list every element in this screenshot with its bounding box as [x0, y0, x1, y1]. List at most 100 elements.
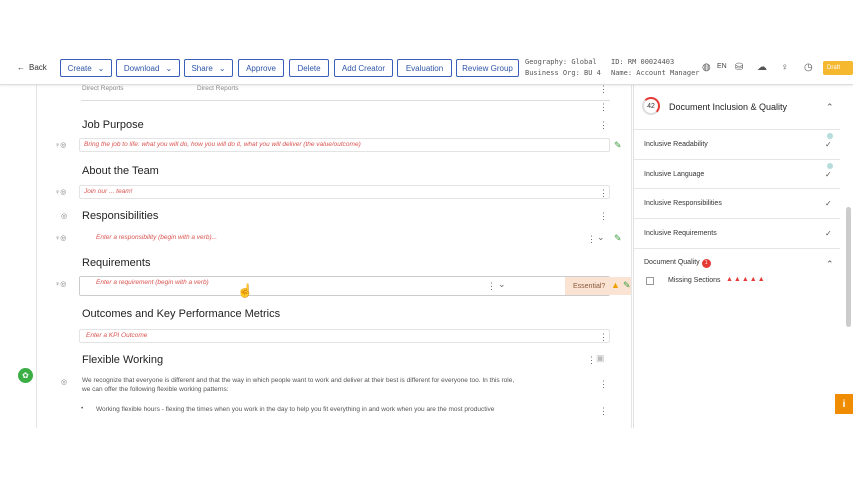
status-badge: Draft	[823, 61, 853, 75]
back-button[interactable]: ← Back	[17, 63, 47, 72]
row-label: Inclusive Language	[644, 171, 705, 178]
flexible-text-line2: we can offer the following flexible work…	[82, 386, 229, 393]
about-team-title: About the Team	[82, 165, 159, 177]
job-purpose-title: Job Purpose	[82, 119, 144, 131]
scrollbar[interactable]	[846, 207, 851, 327]
arrow-left-icon: ←	[17, 63, 25, 72]
create-button[interactable]: Create ⌄	[60, 59, 112, 77]
more-options-icon[interactable]: ⋮	[487, 282, 496, 291]
more-options-icon[interactable]: ⋮	[599, 333, 608, 342]
flexible-text: We recognize that everyone is different …	[82, 376, 592, 394]
cloud-upload-icon[interactable]: ☁	[757, 62, 767, 73]
magic-wand-icon[interactable]: ✎	[623, 280, 631, 291]
document-quality-row[interactable]: Document Quality 1 ⌃ Missing Sections ▲▲▲…	[634, 248, 840, 308]
job-purpose-input[interactable]: Bring the job to life: what you will do,…	[79, 138, 610, 152]
chevron-down-icon: ⌄	[97, 63, 105, 73]
inclusive-readability-row[interactable]: Inclusive Readability ✓	[634, 129, 840, 159]
missing-sections-checkbox[interactable]	[646, 277, 654, 285]
inclusive-requirements-row[interactable]: Inclusive Requirements ✓	[634, 218, 840, 248]
more-options-icon[interactable]: ⋮	[587, 235, 596, 244]
more-options-icon[interactable]: ⋮	[587, 356, 596, 365]
inclusive-language-row[interactable]: Inclusive Language ✓	[634, 159, 840, 189]
more-options-icon[interactable]: ⋮	[599, 407, 608, 416]
help-icon[interactable]: ◎	[61, 378, 67, 386]
check-icon: ✓	[825, 229, 832, 238]
magic-wand-icon[interactable]: ✎	[614, 233, 622, 244]
lightbulb-help-icon[interactable]: ♀◎	[55, 234, 66, 242]
add-creator-button[interactable]: Add Creator	[334, 59, 393, 77]
inclusive-responsibilities-row[interactable]: Inclusive Responsibilities ✓	[634, 188, 840, 218]
database-icon[interactable]: ⛁	[735, 62, 743, 73]
check-icon: ✓	[825, 170, 832, 179]
document-quality-label: Document Quality 1	[644, 259, 711, 268]
back-label: Back	[29, 63, 47, 72]
count-badge: 1	[701, 259, 711, 268]
about-team-input[interactable]: Join our ... team!	[79, 185, 610, 199]
lightbulb-help-icon[interactable]: ♀◎	[55, 188, 66, 196]
id-text: ID: RM 00024403	[611, 58, 675, 66]
review-group-button[interactable]: Review Group	[456, 59, 519, 77]
direct-reports-label: Direct Reports	[82, 85, 124, 92]
id-meta: ID: RM 00024403 Name: Account Manager	[611, 57, 700, 79]
responsibilities-title: Responsibilities	[82, 210, 159, 222]
more-options-icon[interactable]: ⋮	[599, 103, 608, 112]
responsibility-input[interactable]: Enter a responsibility (begin with a ver…	[79, 231, 610, 245]
requirement-input[interactable]: Enter a requirement (begin with a verb) …	[79, 276, 631, 296]
geo-meta: Geography: Global Business Org: BU 4	[525, 57, 601, 79]
approve-button[interactable]: Approve	[238, 59, 284, 77]
info-tab[interactable]: i	[835, 394, 853, 414]
magic-wand-icon[interactable]: ✎	[614, 140, 622, 151]
quality-label-text: Document Quality	[644, 259, 700, 266]
share-label: Share	[191, 63, 213, 73]
outcomes-title: Outcomes and Key Performance Metrics	[82, 308, 281, 320]
geography-text: Geography: Global	[525, 58, 597, 66]
more-options-icon[interactable]: ⋮	[599, 212, 608, 221]
direct-reports-value: Direct Reports	[197, 85, 239, 92]
warning-icon[interactable]: ▲	[611, 280, 620, 290]
collapse-icon[interactable]: ⌃	[826, 102, 834, 113]
hand-cursor-icon: ☝	[237, 283, 254, 298]
more-options-icon[interactable]: ⋮	[599, 85, 608, 94]
flexible-bullet-1: Working flexible hours - flexing the tim…	[96, 406, 495, 413]
settings-fab[interactable]: ✿	[18, 368, 33, 383]
create-label: Create	[67, 63, 92, 73]
more-options-icon[interactable]: ⋮	[599, 121, 608, 130]
flexible-working-title: Flexible Working	[82, 354, 164, 366]
chevron-down-icon[interactable]: ⌄	[597, 233, 605, 242]
chevron-up-icon[interactable]: ⌃	[826, 259, 834, 270]
lock-icon[interactable]: ▣	[596, 354, 605, 363]
lightbulb-help-icon[interactable]: ♀◎	[55, 280, 66, 288]
requirement-placeholder: Enter a requirement (begin with a verb)	[96, 279, 209, 286]
check-icon: ✓	[825, 199, 832, 208]
indicator-dot	[827, 163, 833, 169]
app-window: ← Back Create ⌄ Download ⌄ Share ⌄ Appro…	[0, 52, 853, 428]
lightbulb-help-icon[interactable]: ♀◎	[55, 141, 66, 149]
about-team-placeholder: Join our ... team!	[84, 188, 133, 195]
share-button[interactable]: Share ⌄	[184, 59, 233, 77]
chevron-down-icon: ⌄	[218, 63, 226, 73]
evaluation-button[interactable]: Evaluation	[397, 59, 452, 77]
language-label[interactable]: EN	[717, 63, 727, 70]
responsibility-placeholder: Enter a responsibility (begin with a ver…	[96, 234, 218, 241]
document-editor: Direct Reports Direct Reports ⋮ ⋮ Job Pu…	[36, 85, 632, 428]
row-label: Inclusive Requirements	[644, 230, 717, 237]
chevron-down-icon[interactable]: ⌄	[498, 280, 506, 289]
more-options-icon[interactable]: ⋮	[599, 380, 608, 389]
globe-icon[interactable]: ◍	[702, 62, 711, 73]
toolbar: ← Back Create ⌄ Download ⌄ Share ⌄ Appro…	[0, 52, 853, 85]
requirements-title: Requirements	[82, 257, 151, 269]
gear-icon: ✿	[22, 371, 29, 380]
indicator-dot	[827, 133, 833, 139]
delete-button[interactable]: Delete	[289, 59, 329, 77]
more-options-icon[interactable]: ⋮	[599, 189, 608, 198]
history-icon[interactable]: ◷	[804, 62, 813, 73]
chevron-down-icon: ⌄	[165, 63, 173, 73]
divider	[81, 100, 610, 101]
score-ring: 42	[642, 97, 660, 115]
essential-select[interactable]: Essential? ▾	[565, 277, 631, 295]
lightbulb-icon[interactable]: ♀	[781, 62, 789, 73]
kpi-input[interactable]: Enter a KPI Outcome	[79, 329, 610, 343]
warning-icons: ▲▲▲▲▲	[726, 276, 766, 283]
download-button[interactable]: Download ⌄	[116, 59, 180, 77]
help-icon[interactable]: ◎	[61, 212, 67, 220]
